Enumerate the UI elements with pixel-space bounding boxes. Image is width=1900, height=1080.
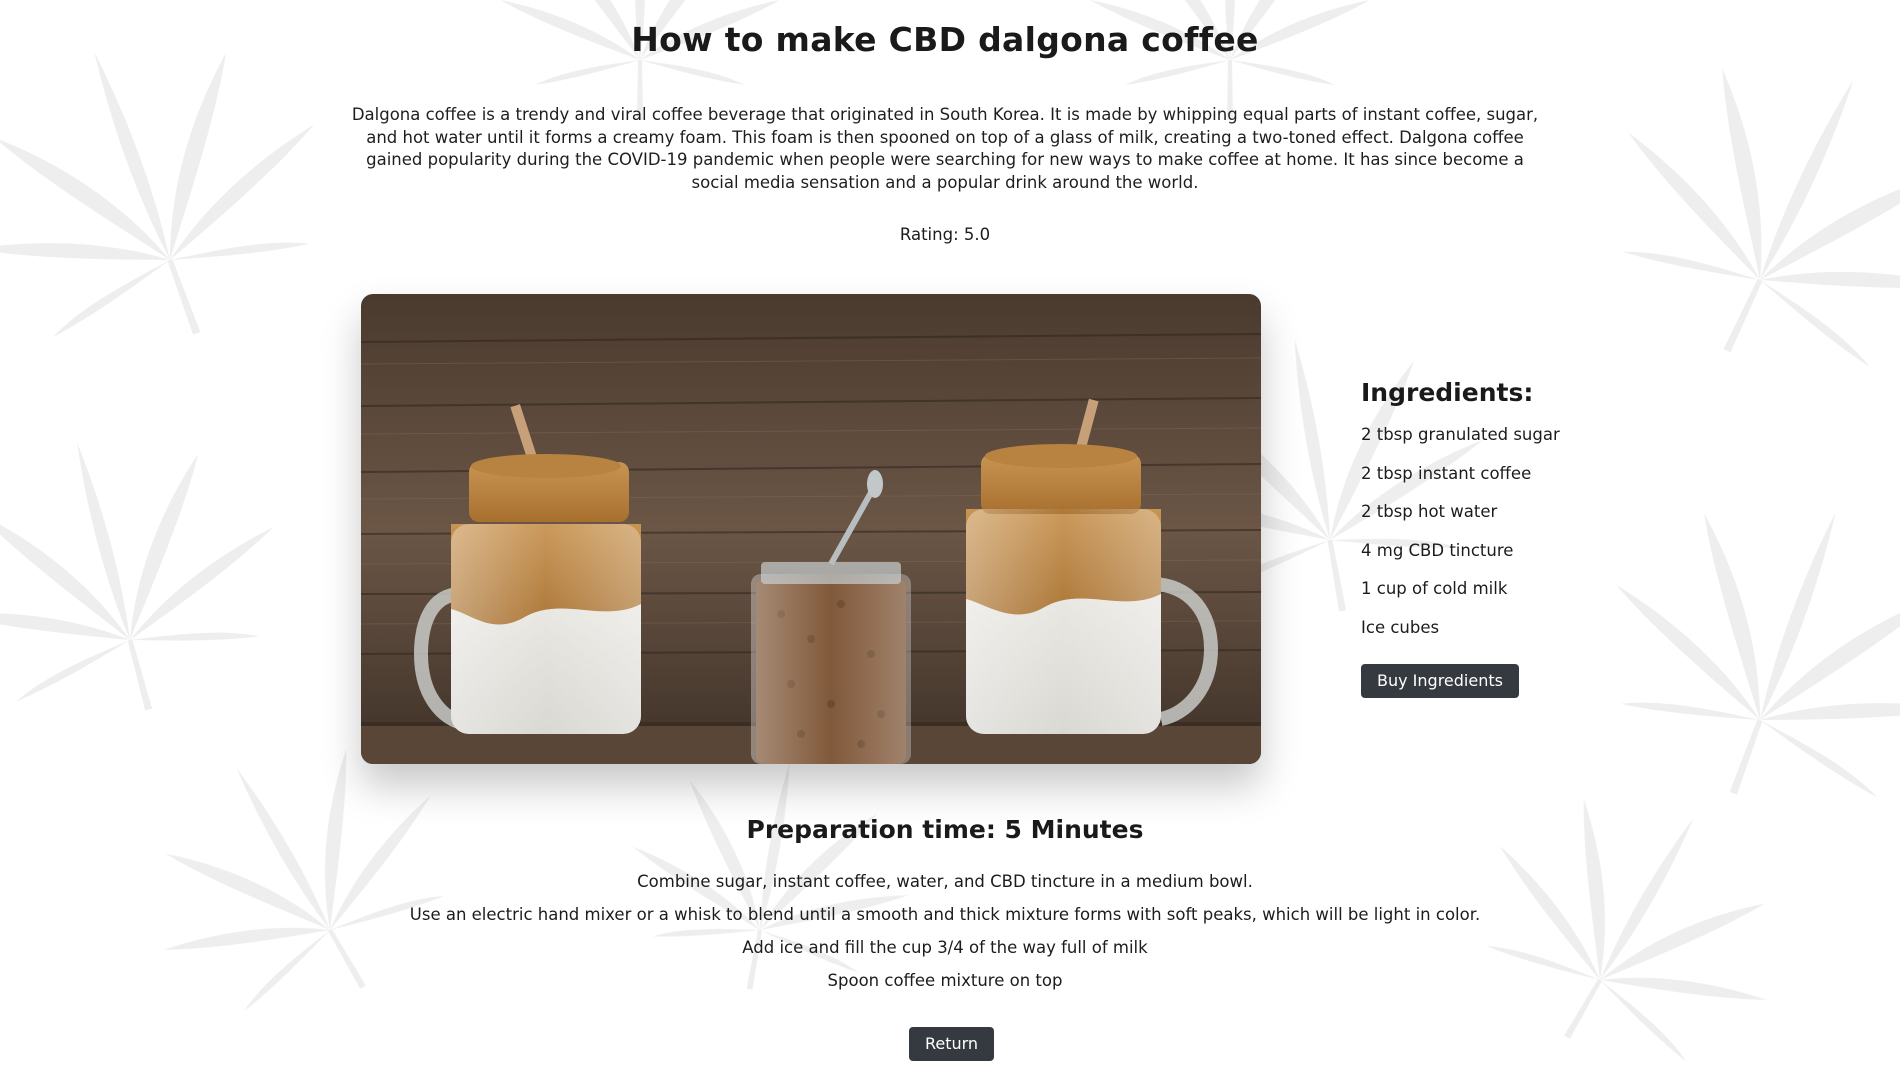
preparation-step: Add ice and fill the cup 3/4 of the way … bbox=[742, 938, 1148, 957]
ingredient-item: 2 tbsp hot water bbox=[1361, 502, 1498, 521]
ingredients-panel: Ingredients: 2 tbsp granulated sugar 2 t… bbox=[1361, 378, 1661, 656]
preparation-heading: Preparation time: 5 Minutes bbox=[746, 815, 1144, 844]
preparation-step: Use an electric hand mixer or a whisk to… bbox=[409, 905, 1481, 924]
page-title: How to make CBD dalgona coffee bbox=[631, 20, 1259, 59]
recipe-content: How to make CBD dalgona coffee Dalgona c… bbox=[0, 0, 1900, 1080]
ingredient-item: Ice cubes bbox=[1361, 617, 1440, 637]
recipe-rating: Rating: 5.0 bbox=[899, 225, 991, 244]
ingredient-item: 2 tbsp instant coffee bbox=[1361, 463, 1532, 483]
recipe-photo bbox=[361, 294, 1261, 764]
page: How to make CBD dalgona coffee Dalgona c… bbox=[0, 0, 1900, 1080]
ingredient-item: 2 tbsp granulated sugar bbox=[1361, 425, 1560, 444]
preparation-step: Spoon coffee mixture on top bbox=[827, 971, 1063, 990]
ingredient-item: 4 mg CBD tincture bbox=[1361, 540, 1514, 560]
ingredient-item: 1 cup of cold milk bbox=[1361, 579, 1508, 598]
return-button[interactable]: Return bbox=[909, 1027, 994, 1061]
preparation-step: Combine sugar, instant coffee, water, an… bbox=[637, 872, 1253, 891]
recipe-description: Dalgona coffee is a trendy and viral cof… bbox=[351, 105, 1539, 192]
preparation-steps: Combine sugar, instant coffee, water, an… bbox=[0, 872, 1890, 1004]
dalgona-coffee-illustration bbox=[361, 294, 1261, 764]
ingredients-list: 2 tbsp granulated sugar 2 tbsp instant c… bbox=[1361, 425, 1661, 656]
ingredients-heading: Ingredients: bbox=[1361, 378, 1534, 407]
buy-ingredients-button[interactable]: Buy Ingredients bbox=[1361, 664, 1519, 698]
